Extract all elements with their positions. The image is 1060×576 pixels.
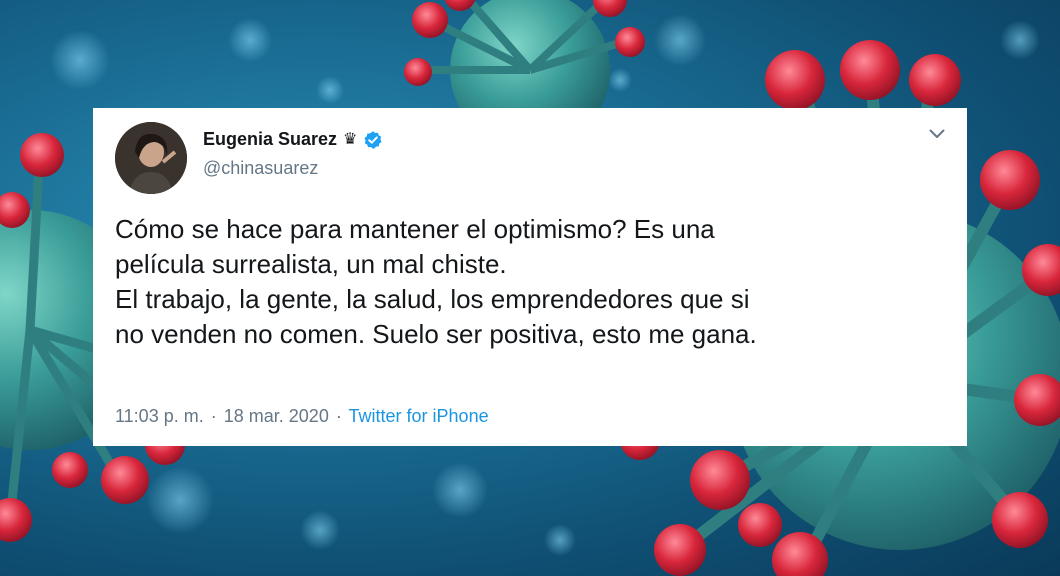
author-name-row: Eugenia Suarez ♛: [203, 129, 383, 150]
avatar[interactable]: [115, 122, 187, 194]
crown-icon: ♛: [343, 130, 358, 148]
verified-badge-icon: [364, 130, 382, 149]
tweet-body: Cómo se hace para mantener el optimismo?…: [115, 212, 945, 352]
tweet-line-3: El trabajo, la gente, la salud, los empr…: [115, 284, 750, 314]
tweet-line-1: Cómo se hace para mantener el optimismo?…: [115, 214, 715, 244]
chevron-down-icon[interactable]: [929, 128, 945, 140]
profile-photo-icon: [115, 122, 187, 194]
meta-separator: ·: [210, 406, 217, 426]
tweet-line-2: película surrealista, un mal chiste.: [115, 249, 507, 279]
tweet-line-4: no venden no comen. Suelo ser positiva, …: [115, 319, 757, 349]
tweet-metadata: 11:03 p. m. · 18 mar. 2020 · Twitter for…: [115, 406, 489, 427]
tweet-time[interactable]: 11:03 p. m.: [115, 406, 204, 426]
tweet-card: Eugenia Suarez ♛ @chinasuarez Cómo se ha…: [93, 108, 967, 446]
author-handle[interactable]: @chinasuarez: [203, 158, 318, 179]
tweet-source-link[interactable]: Twitter for iPhone: [349, 406, 489, 426]
meta-separator: ·: [335, 406, 342, 426]
screenshot-scene: Eugenia Suarez ♛ @chinasuarez Cómo se ha…: [0, 0, 1060, 576]
tweet-date[interactable]: 18 mar. 2020: [224, 406, 329, 426]
author-display-name[interactable]: Eugenia Suarez: [203, 129, 337, 150]
